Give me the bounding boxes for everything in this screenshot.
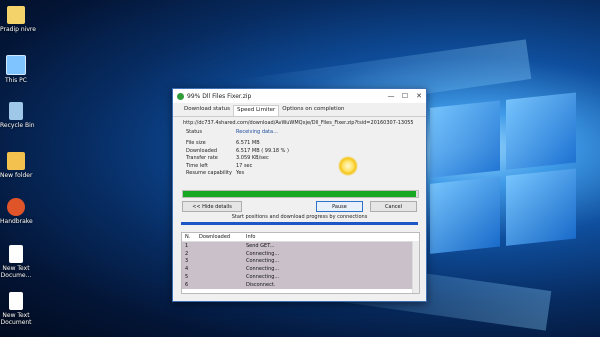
computer-icon — [6, 55, 26, 75]
status-value: Receiving data... — [236, 129, 278, 135]
desktop-icon-label: New Text Docume... — [0, 265, 32, 279]
row-number: 4 — [185, 266, 189, 273]
connections-caption: Start positions and download progress by… — [231, 214, 368, 220]
desktop-icon-label: Pradip nivre — [0, 26, 36, 33]
row-number: 3 — [185, 258, 189, 265]
info-value: 17 sec — [236, 162, 253, 169]
desktop-icon-new-folder[interactable]: New folder — [0, 152, 32, 179]
hide-details-button[interactable]: << Hide details — [182, 201, 242, 212]
table-scrollbar[interactable] — [412, 241, 419, 293]
info-value: Yes — [236, 170, 245, 176]
info-label: Transfer rate — [186, 155, 218, 161]
row-number: 1 — [185, 242, 189, 249]
desktop-icon-handbrake[interactable]: Handbrake — [0, 198, 33, 225]
tab-speed-limiter[interactable]: Speed Limiter — [233, 105, 280, 116]
table-row[interactable]: 6 Disconnect. — [182, 280, 419, 289]
table-header: N. Downloaded Info — [182, 233, 419, 242]
tab-options-on-completion[interactable]: Options on completion — [279, 105, 347, 116]
info-row-time-left: Time left 17 sec — [186, 162, 252, 169]
info-row-resume-capability: Resume capability Yes — [186, 170, 244, 176]
info-row-downloaded: Downloaded 6.517 MB ( 99.18 % ) — [186, 147, 289, 154]
text-document-icon — [9, 292, 23, 310]
table-row[interactable]: 3 Connecting... — [182, 257, 419, 266]
info-value: 3.059 KB/sec — [236, 155, 269, 161]
table-row[interactable]: 5 Connecting... — [182, 273, 419, 281]
handbrake-icon — [7, 198, 25, 216]
info-row-transfer-rate: Transfer rate 3.059 KB/sec — [186, 155, 269, 161]
desktop-icon-label: This PC — [5, 77, 27, 84]
desktop-icon-label: New Text Document — [0, 312, 32, 326]
windows-logo — [430, 92, 580, 258]
status-row: Status Receiving data... — [186, 129, 278, 135]
text-document-icon — [9, 245, 23, 263]
row-info: Connecting... — [246, 266, 280, 273]
info-label: File size — [186, 140, 206, 146]
minimize-icon[interactable]: — — [384, 89, 398, 103]
table-row[interactable]: 2 Connecting... — [182, 249, 419, 258]
info-label: Time left — [186, 162, 208, 169]
column-header[interactable]: N. — [182, 234, 199, 240]
row-info: Connecting... — [246, 250, 280, 257]
download-url: http://dc737.4shared.com/download/AvWuWM… — [183, 120, 413, 126]
dialog-tabs: Download status Speed Limiter Options on… — [173, 103, 426, 117]
info-row-file-size: File size 6.571 MB — [186, 140, 260, 146]
progress-fill — [183, 191, 417, 197]
row-number: 6 — [185, 281, 189, 288]
table-row[interactable]: 1 Send GET... — [182, 242, 419, 250]
cursor-highlight — [338, 156, 358, 176]
desktop-icon-label: Recycle Bin — [0, 122, 35, 129]
dialog-title: 99% Dll Files Fixer.zip — [187, 92, 252, 100]
connections-progress-bar — [181, 222, 418, 225]
status-label: Status — [186, 129, 202, 135]
download-dialog: 99% Dll Files Fixer.zip — ☐ ✕ Download s… — [172, 88, 427, 302]
maximize-icon[interactable]: ☐ — [398, 89, 412, 103]
desktop-icon-user[interactable]: Pradip nivre — [0, 6, 36, 33]
recycle-bin-icon — [9, 102, 23, 120]
desktop-icon-label: New folder — [0, 172, 33, 179]
row-info: Connecting... — [246, 258, 280, 265]
row-number: 2 — [185, 250, 189, 257]
close-icon[interactable]: ✕ — [412, 89, 426, 103]
row-number: 5 — [185, 274, 189, 281]
desktop-icon-this-pc[interactable]: This PC — [0, 55, 32, 84]
desktop-wallpaper: Pradip nivre This PC Recycle Bin New fol… — [0, 0, 600, 337]
info-label: Resume capability — [186, 170, 232, 176]
idm-app-icon — [177, 92, 184, 100]
desktop-icon-recycle-bin[interactable]: Recycle Bin — [0, 102, 35, 129]
row-info: Send GET... — [246, 242, 275, 249]
desktop-icon-text-doc-2[interactable]: New Text Document — [0, 292, 32, 326]
column-header[interactable]: Downloaded — [199, 234, 246, 240]
desktop-icon-text-doc-1[interactable]: New Text Docume... — [0, 245, 32, 279]
download-progress-bar — [182, 190, 419, 198]
dialog-titlebar[interactable]: 99% Dll Files Fixer.zip — ☐ ✕ — [173, 89, 426, 103]
folder-icon — [7, 152, 25, 170]
tab-download-status[interactable]: Download status — [181, 105, 233, 116]
info-value: 6.517 MB ( 99.18 % ) — [236, 147, 289, 154]
table-row[interactable]: 4 Connecting... — [182, 265, 419, 274]
user-folder-icon — [7, 6, 25, 24]
connections-table: N. Downloaded Info 1 Send GET... 2 Conne… — [181, 232, 420, 294]
row-info: Connecting... — [246, 274, 280, 281]
desktop-icon-label: Handbrake — [0, 218, 33, 225]
cancel-button[interactable]: Cancel — [370, 201, 417, 212]
info-value: 6.571 MB — [236, 140, 260, 146]
pause-button[interactable]: Pause — [316, 201, 363, 212]
column-header[interactable]: Info — [246, 234, 419, 240]
info-label: Downloaded — [186, 147, 218, 154]
row-info: Disconnect. — [246, 281, 276, 288]
